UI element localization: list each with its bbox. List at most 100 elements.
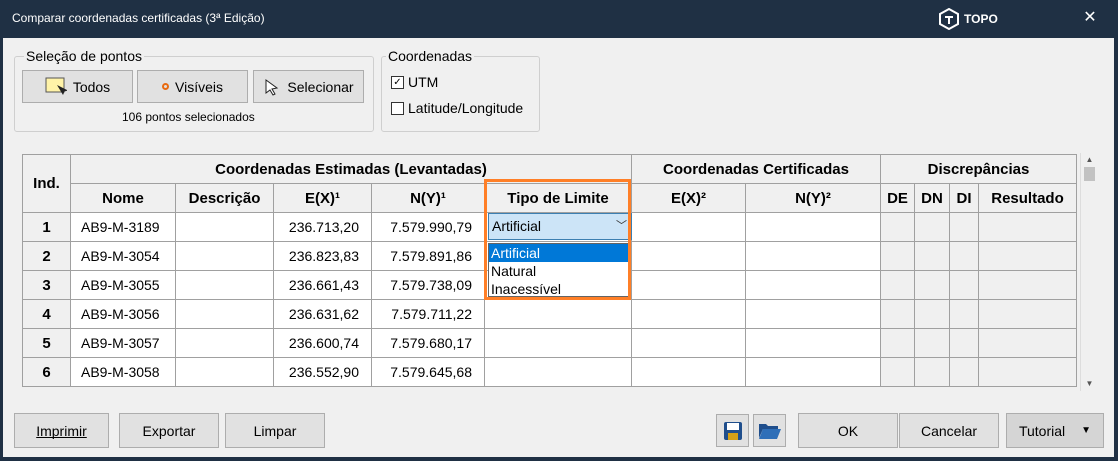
cell-ex2[interactable] (631, 299, 746, 329)
cell-ny[interactable]: 7.579.990,79 (371, 212, 485, 242)
cell-nome[interactable]: AB9-M-3189 (70, 212, 176, 242)
cell-nome[interactable]: AB9-M-3057 (70, 328, 176, 358)
tutorial-button[interactable]: Tutorial ▼ (1006, 413, 1104, 448)
ok-button[interactable]: OK (798, 413, 898, 448)
save-button[interactable] (716, 414, 749, 447)
cell-ny2[interactable] (745, 241, 881, 271)
limpar-button[interactable]: Limpar (225, 413, 325, 448)
header-de[interactable]: DE (880, 183, 915, 213)
cell-ex2[interactable] (631, 357, 746, 387)
imprimir-label: Imprimir (36, 422, 87, 439)
cell-ex[interactable]: 236.631,62 (273, 299, 372, 329)
cell-ny2[interactable] (745, 328, 881, 358)
cell-ex2[interactable] (631, 270, 746, 300)
dialog-body: Seleção de pontos Todos Visíveis Selecio… (3, 38, 1114, 457)
folder-open-icon (758, 423, 781, 439)
cell-descricao[interactable] (175, 270, 274, 300)
topo-logo-icon (939, 8, 959, 30)
cell-resultado (978, 299, 1077, 329)
cell-ex2[interactable] (631, 328, 746, 358)
close-icon[interactable]: ✕ (1080, 8, 1100, 28)
cell-ny2[interactable] (745, 212, 881, 242)
header-resultado[interactable]: Resultado (978, 183, 1077, 213)
exportar-button[interactable]: Exportar (119, 413, 219, 448)
cell-di (949, 270, 979, 300)
cell-ex2[interactable] (631, 241, 746, 271)
cell-ind: 3 (22, 270, 71, 300)
cell-ex[interactable]: 236.713,20 (273, 212, 372, 242)
cell-descricao[interactable] (175, 357, 274, 387)
cell-tipo-limite[interactable] (484, 328, 632, 358)
cell-ny[interactable]: 7.579.711,22 (371, 299, 485, 329)
cell-resultado (978, 328, 1077, 358)
cell-ex2[interactable] (631, 212, 746, 242)
cancelar-button[interactable]: Cancelar (899, 413, 999, 448)
header-di[interactable]: DI (949, 183, 979, 213)
header-dn[interactable]: DN (914, 183, 950, 213)
scroll-up-icon[interactable]: ▲ (1081, 153, 1098, 167)
table-row[interactable]: 6 AB9-M-3058 236.552,90 7.579.645,68 (22, 357, 1077, 387)
scroll-thumb[interactable] (1084, 167, 1095, 181)
visiveis-button[interactable]: Visíveis (137, 70, 248, 103)
cell-dn (914, 212, 950, 242)
cell-nome[interactable]: AB9-M-3055 (70, 270, 176, 300)
cell-ny[interactable]: 7.579.891,86 (371, 241, 485, 271)
title-bar[interactable]: Comparar coordenadas certificadas (3ª Ed… (0, 0, 1118, 38)
cell-ny[interactable]: 7.579.738,09 (371, 270, 485, 300)
cell-ny[interactable]: 7.579.645,68 (371, 357, 485, 387)
header-ny2[interactable]: N(Y)² (745, 183, 881, 213)
header-ex[interactable]: E(X)¹ (273, 183, 372, 213)
header-descricao[interactable]: Descrição (175, 183, 274, 213)
cell-descricao[interactable] (175, 299, 274, 329)
cell-de (880, 357, 915, 387)
cell-de (880, 270, 915, 300)
header-ny[interactable]: N(Y)¹ (371, 183, 485, 213)
cell-tipo-limite[interactable] (484, 299, 632, 329)
latlon-check-icon (391, 101, 404, 115)
todos-button[interactable]: Todos (22, 70, 133, 103)
cell-ny2[interactable] (745, 357, 881, 387)
utm-label: UTM (408, 74, 439, 90)
cell-nome[interactable]: AB9-M-3054 (70, 241, 176, 271)
open-folder-button[interactable] (753, 414, 786, 447)
header-discrepancies: Discrepâncias (880, 154, 1077, 184)
tutorial-label: Tutorial (1018, 422, 1066, 439)
cell-ny[interactable]: 7.579.680,17 (371, 328, 485, 358)
selecionar-button[interactable]: Selecionar (253, 70, 364, 103)
cell-descricao[interactable] (175, 212, 274, 242)
latlon-checkbox[interactable]: Latitude/Longitude (391, 100, 523, 116)
cell-de (880, 241, 915, 271)
header-nome[interactable]: Nome (70, 183, 176, 213)
window-title: Comparar coordenadas certificadas (3ª Ed… (12, 11, 265, 25)
table-row[interactable]: 5 AB9-M-3057 236.600,74 7.579.680,17 (22, 328, 1077, 358)
cell-de (880, 299, 915, 329)
todos-label: Todos (72, 78, 111, 95)
cell-tipo-limite[interactable] (484, 357, 632, 387)
limpar-label: Limpar (253, 422, 297, 439)
cell-descricao[interactable] (175, 328, 274, 358)
cell-ex[interactable]: 236.600,74 (273, 328, 372, 358)
header-certified: Coordenadas Certificadas (631, 154, 881, 184)
cell-dn (914, 299, 950, 329)
cell-ny2[interactable] (745, 299, 881, 329)
cell-ex[interactable]: 236.661,43 (273, 270, 372, 300)
header-ex2[interactable]: E(X)² (631, 183, 746, 213)
coordinates-group-label: Coordenadas (386, 48, 475, 64)
cell-dn (914, 241, 950, 271)
table-row[interactable]: 4 AB9-M-3056 236.631,62 7.579.711,22 (22, 299, 1077, 329)
cell-ex[interactable]: 236.552,90 (273, 357, 372, 387)
selection-status: 106 pontos selecionados (122, 110, 255, 124)
header-ind[interactable]: Ind. (22, 154, 71, 213)
cell-ex[interactable]: 236.823,83 (273, 241, 372, 271)
cell-nome[interactable]: AB9-M-3058 (70, 357, 176, 387)
vertical-scrollbar[interactable]: ▲ ▼ (1080, 153, 1098, 391)
utm-checkbox[interactable]: ✓ UTM (391, 74, 438, 90)
utm-check-icon: ✓ (391, 75, 404, 89)
cell-nome[interactable]: AB9-M-3056 (70, 299, 176, 329)
scroll-down-icon[interactable]: ▼ (1081, 377, 1098, 391)
coordinates-group (381, 56, 540, 132)
imprimir-button[interactable]: Imprimir (14, 413, 109, 448)
cell-ny2[interactable] (745, 270, 881, 300)
dropdown-arrow-icon[interactable]: ▼ (1081, 425, 1091, 436)
cell-descricao[interactable] (175, 241, 274, 271)
